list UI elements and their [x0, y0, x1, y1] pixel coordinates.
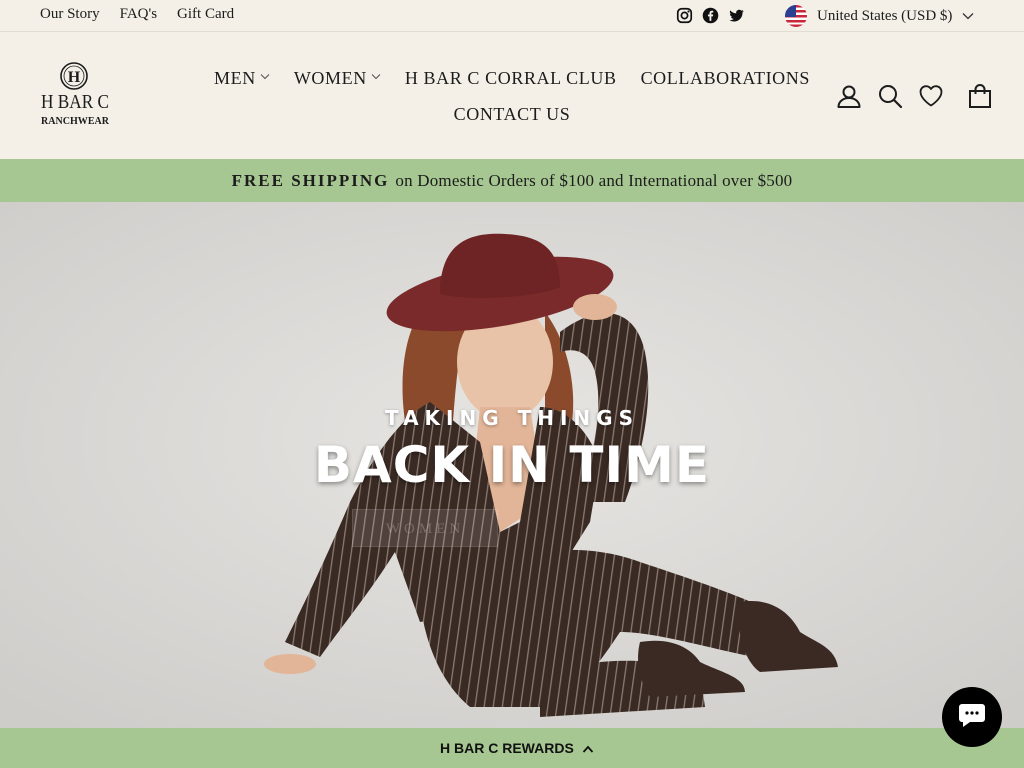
currency-selector[interactable]: United States (USD $): [785, 5, 974, 27]
announcement-text: on Domestic Orders of $100 and Internati…: [395, 171, 793, 190]
our-story-link[interactable]: Our Story: [40, 6, 100, 23]
account-icon[interactable]: [836, 83, 862, 109]
nav-item-contact-us[interactable]: CONTACT US: [454, 99, 571, 129]
logo-tagline: RANCHWEAR: [41, 116, 110, 127]
announcement-highlight: FREE SHIPPING: [231, 171, 390, 190]
nav-row-secondary: CONTACT US: [200, 99, 824, 129]
social-links: [676, 7, 745, 24]
gift-card-link[interactable]: Gift Card: [177, 6, 234, 23]
svg-text:H: H: [68, 69, 81, 86]
instagram-icon[interactable]: [676, 7, 693, 24]
nav-item-men[interactable]: MEN: [214, 63, 270, 93]
site-header: H H BAR C RANCHWEAR MEN WOMEN H BAR C CO…: [0, 33, 1024, 158]
logo-wordmark: H BAR C: [41, 91, 109, 113]
chat-bubble-icon: [957, 701, 987, 734]
announcement-bar: FREE SHIPPING on Domestic Orders of $100 …: [0, 159, 1024, 202]
nav-item-label: MEN: [214, 68, 256, 88]
shop-women-button[interactable]: WOMEN: [352, 509, 498, 547]
hero-headline: BACK IN TIME: [313, 436, 711, 494]
faqs-link[interactable]: FAQ's: [120, 6, 157, 23]
twitter-icon[interactable]: [728, 7, 745, 24]
bag-icon[interactable]: [967, 83, 993, 109]
chevron-down-icon: [371, 63, 381, 93]
currency-label: United States (USD $): [817, 7, 953, 24]
chat-button[interactable]: [942, 687, 1002, 747]
chevron-down-icon: [962, 8, 974, 25]
rewards-label: H BAR C REWARDS: [440, 740, 574, 756]
rewards-bar: H BAR C REWARDS: [0, 728, 1024, 768]
header-actions: [836, 83, 993, 109]
chevron-up-icon: [582, 728, 594, 768]
rewards-button[interactable]: H BAR C REWARDS: [440, 728, 594, 768]
heart-icon[interactable]: [918, 83, 944, 109]
hero-banner[interactable]: TAKING THINGS BACK IN TIME WOMEN: [0, 202, 1024, 728]
facebook-icon[interactable]: [702, 7, 719, 24]
chevron-down-icon: [260, 63, 270, 93]
nav-row-primary: MEN WOMEN H BAR C CORRAL CLUB COLLABORAT…: [200, 63, 824, 93]
nav-item-women[interactable]: WOMEN: [294, 63, 381, 93]
nav-item-corral-club[interactable]: H BAR C CORRAL CLUB: [405, 63, 617, 93]
hero-kicker: TAKING THINGS: [384, 406, 639, 430]
utility-bar: Our Story FAQ's Gift Card United States …: [0, 0, 1024, 32]
main-navigation: MEN WOMEN H BAR C CORRAL CLUB COLLABORAT…: [200, 63, 824, 129]
search-icon[interactable]: [877, 83, 903, 109]
us-flag-icon: [785, 5, 807, 27]
utility-links: Our Story FAQ's Gift Card: [40, 6, 234, 23]
nav-item-collaborations[interactable]: COLLABORATIONS: [641, 63, 810, 93]
brand-logo[interactable]: H H BAR C RANCHWEAR: [40, 61, 112, 131]
nav-item-label: WOMEN: [293, 68, 367, 88]
